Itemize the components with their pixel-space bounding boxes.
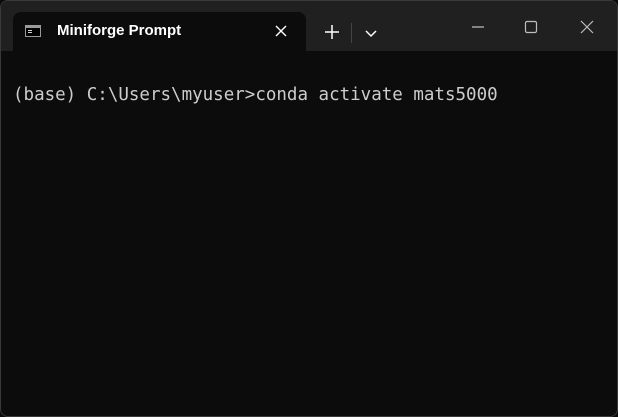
minimize-button[interactable] xyxy=(465,14,491,40)
maximize-icon xyxy=(524,20,538,34)
tab-title: Miniforge Prompt xyxy=(57,22,182,39)
plus-icon xyxy=(325,25,339,39)
profile-dropdown-button[interactable] xyxy=(360,22,382,44)
close-icon xyxy=(580,20,594,34)
maximize-button[interactable] xyxy=(518,14,544,40)
tab-miniforge-prompt[interactable]: Miniforge Prompt xyxy=(13,12,306,51)
terminal-window: Miniforge Prompt (base) C:\Users\myuser>… xyxy=(0,0,618,417)
terminal-area[interactable]: (base) C:\Users\myuser>conda activate ma… xyxy=(1,51,617,416)
terminal-line: (base) C:\Users\myuser>conda activate ma… xyxy=(13,85,498,105)
tab-close-button[interactable] xyxy=(271,21,291,41)
title-bar[interactable]: Miniforge Prompt xyxy=(1,1,617,51)
close-icon xyxy=(275,25,287,37)
console-icon xyxy=(25,25,41,37)
tab-separator xyxy=(351,23,352,43)
window-close-button[interactable] xyxy=(574,14,600,40)
minimize-icon xyxy=(472,26,484,28)
new-tab-button[interactable] xyxy=(321,21,343,43)
chevron-down-icon xyxy=(365,30,377,38)
